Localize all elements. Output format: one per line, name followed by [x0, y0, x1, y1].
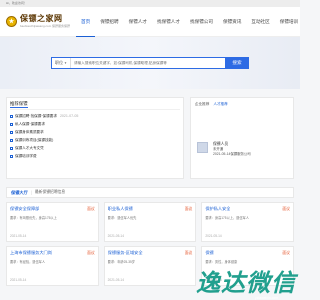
nav-item-training[interactable]: 保镖培训	[275, 7, 300, 37]
search-input[interactable]	[70, 58, 225, 68]
nav-item-talent[interactable]: 保镖人才	[124, 7, 152, 37]
nav-item-companies[interactable]: 找保镖公司	[185, 7, 218, 37]
job-card[interactable]: 保镖安全保障部 面议 要求：有驾照优先，身高175以上 2021-05-14	[6, 202, 99, 242]
search-type-select[interactable]: 职位 ▼	[52, 58, 71, 68]
logo-title: 保镖之家网	[20, 14, 63, 23]
list-item[interactable]: 私人保镖·保镖要求	[10, 120, 180, 128]
nav-item-home[interactable]: 首页	[76, 7, 96, 37]
recommend-info: 保镖人员 未开通 2021-05-14保镖服务公司	[213, 142, 251, 157]
hall-title: 保镖大厅	[11, 189, 28, 195]
job-salary: 面议	[184, 250, 193, 255]
job-title[interactable]: 保护私人安全	[205, 206, 230, 212]
tab-company[interactable]: 企业推荐	[195, 102, 209, 107]
news-list: 保镖招聘·找保镖·保镖要求 2021-07-05 私人保镖·保镖要求 保镖身体素质…	[10, 112, 180, 160]
job-card[interactable]: 保镖服务-区域安全 面议 要求：年龄25-35岁 2021-05-14	[103, 246, 197, 286]
job-title[interactable]: 保镖	[205, 250, 213, 256]
hall-description: 最新保镖招聘信息	[34, 190, 66, 194]
list-item[interactable]: 保镖训练项目(保镖技能)	[10, 136, 180, 144]
job-title[interactable]: 职业私人保镖	[108, 206, 133, 212]
bullet-icon	[10, 146, 13, 150]
main-nav: 首页 保镖招聘 保镖人才 找保镖人才 找保镖公司 保镖资讯 互动社区 保镖培训	[76, 7, 300, 37]
search-bar: 职位 ▼ 搜索	[51, 57, 249, 69]
job-salary: 面议	[87, 250, 95, 255]
recommend-tabs: 企业推荐 人才推荐	[195, 102, 289, 107]
avatar[interactable]	[197, 142, 208, 153]
news-date: 2021-07-05	[59, 114, 79, 118]
job-salary: 面议	[87, 206, 95, 211]
nav-item-jobs[interactable]: 保镖招聘	[95, 7, 123, 37]
welcome-text: Hi，欢迎访问！	[6, 1, 27, 5]
bullet-icon	[10, 138, 13, 142]
recommend-panel: 企业推荐 人才推荐 保镖人员 未开通 2021-05-14保镖服务公司	[190, 97, 294, 179]
hall-header: 保镖大厅 | 最新保镖招聘信息	[6, 187, 294, 198]
shield-icon: ★	[6, 16, 17, 27]
site-logo[interactable]: ★ 保镖之家网 baobiaozhijiawang.com 保镖服务保镖	[6, 15, 70, 28]
list-item[interactable]: 保镖培训学费	[10, 152, 180, 160]
watermark-logo: 逸达微信	[196, 269, 296, 297]
logo-subtitle: baobiaozhijiawang.com 保镖服务保镖	[20, 24, 71, 28]
watermark-url: yidaweixin.com	[255, 296, 278, 300]
site-header: ★ 保镖之家网 baobiaozhijiawang.com 保镖服务保镖 首页 …	[0, 7, 300, 37]
divider: |	[30, 190, 32, 195]
main-content: 推荐保镖 保镖招聘·找保镖·保镖要求 2021-07-05 私人保镖·保镖要求 保…	[0, 89, 300, 179]
job-title[interactable]: 保镖安全保障部	[10, 206, 39, 212]
job-card[interactable]: 保护私人安全 面议 要求：身高175以上，退伍军人 2021-05-14	[201, 202, 294, 242]
recommend-date: 2021-05-14保镖服务公司	[213, 152, 251, 156]
chevron-down-icon: ▼	[64, 61, 67, 65]
job-date: 2021-05-14	[10, 234, 27, 238]
job-requirement: 要求：身高175以上，退伍军人	[205, 216, 249, 220]
list-item[interactable]: 保镖招聘·找保镖·保镖要求 2021-07-05	[10, 112, 180, 120]
job-date: 2021-05-14	[107, 278, 124, 282]
job-requirement: 要求：年龄25-35岁	[107, 260, 135, 264]
job-date: 2021-05-14	[10, 278, 27, 282]
nav-item-community[interactable]: 互动社区	[246, 7, 274, 37]
job-card[interactable]: 上海市保镖服务大门岗 面议 要求：有经验，退伍军人 2021-05-14	[6, 246, 99, 286]
list-item[interactable]: 保镖人才大专文凭	[10, 144, 180, 152]
job-date: 2021-05-14	[107, 234, 124, 238]
bullet-icon	[10, 154, 13, 158]
job-salary: 面议	[282, 250, 290, 255]
job-title[interactable]: 保镖服务-区域安全	[108, 250, 143, 256]
news-panel-title: 推荐保镖	[10, 101, 180, 110]
job-requirement: 要求：有驾照优先，身高175以上	[10, 216, 57, 220]
page: Hi，欢迎访问！ ★ 保镖之家网 baobiaozhijiawang.com 保…	[0, 0, 300, 300]
job-requirement: 要求：有经验，退伍军人	[10, 260, 46, 264]
job-salary: 面议	[184, 206, 193, 211]
nav-item-find-talent[interactable]: 找保镖人才	[152, 7, 185, 37]
search-banner: 职位 ▼ 搜索	[0, 37, 300, 89]
job-requirement: 要求：退伍军人优先	[107, 216, 137, 220]
nav-item-news[interactable]: 保镖资讯	[218, 7, 246, 37]
job-title[interactable]: 上海市保镖服务大门岗	[10, 250, 52, 256]
bullet-icon	[10, 122, 13, 126]
job-card[interactable]: 职业私人保镖 面议 要求：退伍军人优先 2021-05-14	[103, 202, 197, 242]
job-salary: 面议	[282, 206, 290, 211]
news-panel: 推荐保镖 保镖招聘·找保镖·保镖要求 2021-07-05 私人保镖·保镖要求 保…	[6, 97, 184, 179]
list-item[interactable]: 保镖身体素质要求	[10, 128, 180, 136]
job-date: 2021-05-14	[205, 234, 222, 238]
search-button[interactable]: 搜索	[225, 57, 249, 69]
tab-talent[interactable]: 人才推荐	[213, 102, 227, 107]
bullet-icon	[10, 130, 13, 134]
bullet-icon	[10, 114, 13, 118]
search-type-label: 职位	[55, 60, 63, 65]
